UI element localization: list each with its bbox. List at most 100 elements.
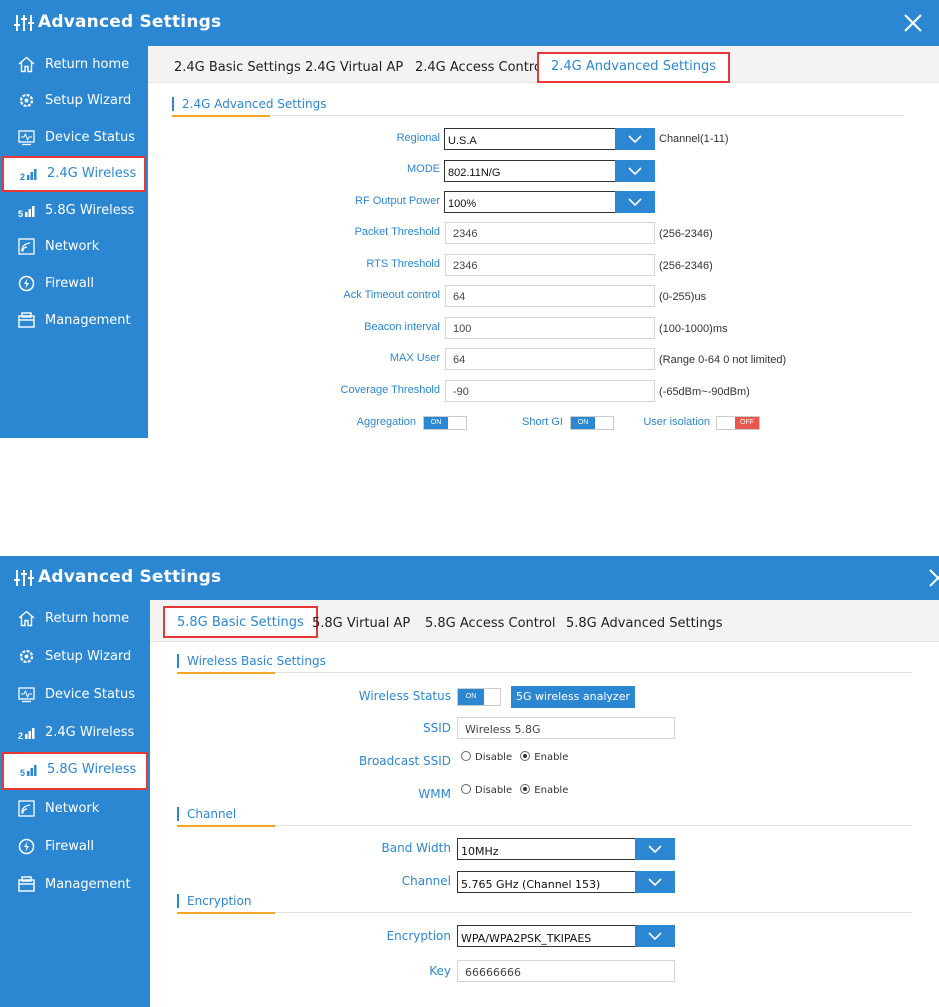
encryption-value: WPA/WPA2PSK_TKIPAES [461,932,592,945]
sidebar-item-label: Firewall [45,839,95,854]
encryption-select[interactable]: WPA/WPA2PSK_TKIPAES [457,925,675,947]
svg-text:5: 5 [18,209,23,219]
sidebar-item-label: Setup Wizard [45,649,132,664]
sidebar-item-management[interactable]: Management [0,867,150,903]
window-title: Advanced Settings [38,12,222,32]
chevron-down-icon [648,878,662,886]
max-user-label: MAX User [389,352,440,364]
max-user-input[interactable]: 64 [445,348,655,370]
encryption-label: Encryption [386,929,451,943]
sidebar-item-24g-wireless[interactable]: 2 2.4G Wireless [0,715,150,751]
coverage-threshold-label: Coverage Threshold [340,384,440,396]
dropdown-arrow[interactable] [615,128,655,150]
sidebar-item-label: Management [45,313,131,328]
signal-bars-icon: 2 [18,728,35,741]
tab-24g-access-control[interactable]: 2.4G Access Control [415,54,546,84]
rf-power-value: 100% [448,198,477,210]
user-isolation-toggle[interactable]: OFF [716,416,760,430]
sidebar-item-return-home[interactable]: Return home [0,601,150,637]
tab-24g-virtual-ap[interactable]: 2.4G Virtual AP [305,54,403,84]
close-icon[interactable] [902,12,924,34]
mode-select[interactable]: 802.11N/G [444,160,655,182]
sidebar-item-58g-wireless[interactable]: 5 5.8G Wireless [0,193,148,229]
tab-58g-access-control[interactable]: 5.8G Access Control [425,608,556,638]
tab-bar: 2.4G Basic Settings 2.4G Virtual AP 2.4G… [148,46,939,83]
chevron-down-icon [628,198,642,206]
channel-select[interactable]: 5.765 GHz (Channel 153) [457,871,675,893]
network-icon [18,238,35,255]
5g-wireless-analyzer-button[interactable]: 5G wireless analyzer [511,686,635,708]
beacon-interval-input[interactable]: 100 [445,317,655,339]
tab-24g-basic-settings[interactable]: 2.4G Basic Settings [174,54,301,84]
dropdown-arrow[interactable] [635,838,675,860]
wmm-disable-radio[interactable] [461,784,471,794]
tab-bar: 5.8G Basic Settings 5.8G Virtual AP 5.8G… [150,600,939,642]
sidebar-item-label: 2.4G Wireless [47,166,137,181]
mode-label: MODE [407,163,440,175]
sidebar: Return home Setup Wizard Device Status 2… [0,46,148,438]
wmm-enable-radio[interactable] [520,784,531,794]
sidebar-item-label: 5.8G Wireless [45,203,135,218]
sidebar-item-58g-wireless[interactable]: 5 5.8G Wireless [2,752,148,790]
regional-hint: Channel(1-11) [659,133,729,145]
coverage-threshold-input[interactable]: -90 [445,380,655,402]
sidebar-item-label: 5.8G Wireless [47,762,137,777]
tab-58g-basic-settings[interactable]: 5.8G Basic Settings [163,606,318,638]
dropdown-arrow[interactable] [635,925,675,947]
section-header-encryption: Encryption [177,892,912,914]
packet-threshold-input[interactable]: 2346 [445,222,655,244]
rf-power-label: RF Output Power [355,195,440,207]
dropdown-arrow[interactable] [615,160,655,182]
regional-select[interactable]: U.S.A [444,128,655,150]
sidebar-item-label: 2.4G Wireless [45,725,135,740]
sidebar-item-firewall[interactable]: Firewall [0,829,150,865]
broadcast-ssid-enable-radio[interactable] [520,751,531,761]
tab-24g-advanced-settings[interactable]: 2.4G Andvanced Settings [537,52,731,83]
wireless-status-toggle[interactable]: ON [457,688,501,706]
short-gi-label: Short GI [522,416,563,428]
sidebar-item-management[interactable]: Management [0,303,148,339]
sidebar-item-network[interactable]: Network [0,229,148,265]
aggregation-toggle[interactable]: ON [423,416,467,430]
sidebar-item-setup-wizard[interactable]: Setup Wizard [0,639,150,675]
content-area: 5.8G Basic Settings 5.8G Virtual AP 5.8G… [150,600,939,1007]
sidebar-item-return-home[interactable]: Return home [0,47,148,83]
sidebar-item-24g-wireless[interactable]: 2 2.4G Wireless [2,156,146,192]
svg-text:2: 2 [18,731,23,741]
toggle-on-indicator: ON [571,417,595,429]
management-icon [18,876,35,892]
toggle-off-indicator: OFF [735,417,759,429]
dropdown-arrow[interactable] [615,191,655,213]
title-bar: Advanced Settings [0,0,939,46]
rts-threshold-input[interactable]: 2346 [445,254,655,276]
key-input[interactable]: 66666666 [457,960,675,982]
broadcast-ssid-disable-radio[interactable] [461,751,471,761]
band-width-label: Band Width [381,841,452,855]
band-width-select[interactable]: 10MHz [457,838,675,860]
window-title: Advanced Settings [38,567,222,587]
sidebar-item-firewall[interactable]: Firewall [0,266,148,302]
mode-value: 802.11N/G [448,167,501,179]
section-title: Encryption [187,894,252,908]
sidebar-item-label: Return home [45,611,130,626]
sidebar-item-device-status[interactable]: Device Status [0,677,150,713]
sidebar-item-label: Device Status [45,130,136,145]
short-gi-toggle[interactable]: ON [570,416,614,430]
tab-58g-advanced-settings[interactable]: 5.8G Advanced Settings [566,608,723,638]
home-icon [18,610,35,627]
sidebar-item-device-status[interactable]: Device Status [0,120,148,156]
svg-text:5: 5 [20,768,25,778]
ssid-label: SSID [422,721,451,735]
ack-timeout-input[interactable]: 64 [445,285,655,307]
tab-58g-virtual-ap[interactable]: 5.8G Virtual AP [312,608,410,638]
sidebar-item-label: Management [45,877,131,892]
close-icon[interactable] [927,567,939,589]
rf-power-select[interactable]: 100% [444,191,655,213]
section-header-basic: Wireless Basic Settings [177,652,912,674]
ssid-input[interactable]: Wireless 5.8G [457,717,675,739]
dropdown-arrow[interactable] [635,871,675,893]
sidebar-item-network[interactable]: Network [0,791,150,827]
sidebar-item-setup-wizard[interactable]: Setup Wizard [0,83,148,119]
rts-threshold-hint: (256-2346) [659,260,713,272]
channel-label: Channel [401,874,451,888]
